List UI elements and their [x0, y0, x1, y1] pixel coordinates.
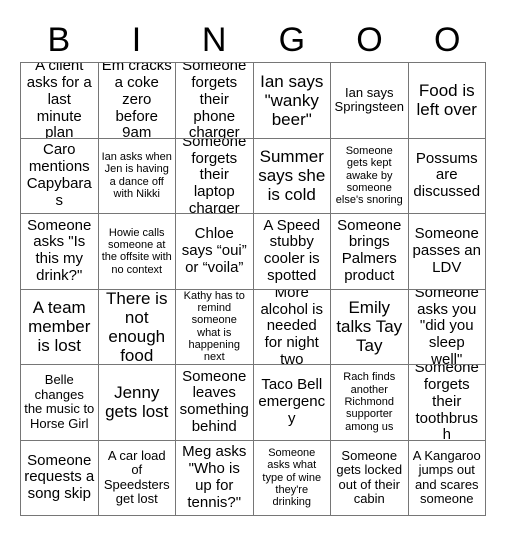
header-letter-3: N: [201, 21, 227, 59]
bingo-cell-label: Caro mentions Capybaras: [26, 141, 92, 209]
bingo-cell-label: Someone forgets their laptop charger: [182, 138, 247, 214]
bingo-cell-label: Someone asks "Is this my drink?": [27, 216, 92, 285]
bingo-cell-label: Chloe says “oui” or “voila”: [181, 225, 247, 276]
bingo-cell[interactable]: Someone gets kept awake by someone else'…: [331, 138, 409, 214]
bingo-cell[interactable]: A car load of Speedsters get lost: [98, 440, 176, 516]
bingo-cell[interactable]: Someone passes an LDV: [408, 214, 486, 290]
bingo-cell-label: Someone asks what type of wine they're d…: [262, 446, 322, 509]
header-letter-2: I: [131, 21, 142, 59]
bingo-cell-label: Howie calls someone at the offsite with …: [101, 226, 172, 276]
bingo-cell[interactable]: Ian asks when Jen is having a dance off …: [98, 138, 176, 214]
bingo-cell[interactable]: Ian says "wanky beer": [253, 63, 331, 139]
bingo-cell[interactable]: Ian says Springsteen: [331, 63, 409, 139]
bingo-cell-label: Someone forgets their phone charger: [182, 63, 247, 139]
bingo-cell[interactable]: Belle changes the music to Horse Girl: [21, 365, 99, 441]
bingo-cell[interactable]: A Speed stubby cooler is spotted: [253, 214, 331, 290]
bingo-card: B I N G O O A client asks for a last min…: [0, 0, 506, 544]
bingo-cell-label: Ian asks when Jen is having a dance off …: [101, 151, 172, 201]
bingo-cell-label: Someone asks you "did you sleep well": [414, 289, 479, 365]
bingo-cell[interactable]: Emily talks Tay Tay: [331, 289, 409, 365]
bingo-cell-label: Belle changes the music to Horse Girl: [24, 372, 95, 431]
bingo-cell[interactable]: Caro mentions Capybaras: [21, 138, 99, 214]
bingo-cell-label: Rach finds another Richmond supporter am…: [343, 371, 396, 433]
bingo-cell-label: Summer says she is cold: [258, 147, 326, 205]
header-letter-1: B: [47, 21, 71, 59]
bingo-cell-label: Someone leaves something behind: [179, 367, 249, 436]
bingo-cell-label: Food is left over: [416, 81, 477, 120]
bingo-cell[interactable]: Rach finds another Richmond supporter am…: [331, 365, 409, 441]
header-letter-6: O: [433, 21, 461, 59]
bingo-cell[interactable]: Chloe says “oui” or “voila”: [176, 214, 254, 290]
bingo-cell[interactable]: Taco Bell emergency: [253, 365, 331, 441]
bingo-cell[interactable]: Em cracks a coke zero before 9am: [98, 63, 176, 139]
bingo-cell[interactable]: Howie calls someone at the offsite with …: [98, 214, 176, 290]
bingo-cell-label: A Kangaroo jumps out and scares someone: [412, 447, 481, 507]
bingo-cell[interactable]: Jenny gets lost: [98, 365, 176, 441]
bingo-cell[interactable]: A team member is lost: [21, 289, 99, 365]
bingo-cell-label: Someone forgets their toothbrush: [414, 365, 479, 441]
bingo-cell[interactable]: Someone forgets their phone charger: [176, 63, 254, 139]
bingo-cell[interactable]: Food is left over: [408, 63, 486, 139]
bingo-cell-label: A car load of Speedsters get lost: [103, 447, 170, 507]
bingo-cell-label: Someone passes an LDV: [412, 225, 481, 276]
bingo-cell[interactable]: Someone forgets their laptop charger: [176, 138, 254, 214]
bingo-cell-label: More alcohol is needed for night two: [260, 289, 324, 365]
bingo-cell-label: A Speed stubby cooler is spotted: [263, 216, 321, 285]
bingo-cell[interactable]: Someone asks you "did you sleep well": [408, 289, 486, 365]
bingo-cell[interactable]: Kathy has to remind someone what is happ…: [176, 289, 254, 365]
header-letter-4: G: [278, 21, 306, 59]
header-letter-5: O: [356, 21, 383, 59]
bingo-cell-label: A client asks for a last minute plan: [26, 63, 92, 139]
bingo-cell-label: Emily talks Tay Tay: [336, 298, 403, 356]
bingo-cell[interactable]: Someone gets locked out of their cabin: [331, 440, 409, 516]
bingo-cell[interactable]: A Kangaroo jumps out and scares someone: [408, 440, 486, 516]
bingo-cell[interactable]: More alcohol is needed for night two: [253, 289, 331, 365]
bingo-cell[interactable]: Someone forgets their toothbrush: [408, 365, 486, 441]
bingo-cell[interactable]: There is not enough food: [98, 289, 176, 365]
bingo-cell-label: Possums are discussed: [413, 149, 481, 201]
bingo-cell-label: Someone gets kept awake by someone else'…: [335, 144, 403, 207]
bingo-cell[interactable]: Summer says she is cold: [253, 138, 331, 214]
bingo-cell-label: Someone gets locked out of their cabin: [336, 447, 403, 507]
bingo-header: B I N G O O: [20, 18, 486, 62]
bingo-cell[interactable]: Possums are discussed: [408, 138, 486, 214]
bingo-cell[interactable]: Someone leaves something behind: [176, 365, 254, 441]
bingo-cell-label: Em cracks a coke zero before 9am: [101, 63, 172, 139]
bingo-cell[interactable]: Someone requests a song skip: [21, 440, 99, 516]
bingo-cell-label: There is not enough food: [106, 289, 168, 365]
bingo-cell-label: A team member is lost: [28, 298, 91, 356]
bingo-cell-label: Ian says "wanky beer": [260, 71, 324, 129]
bingo-cell[interactable]: Meg asks "Who is up for tennis?": [176, 440, 254, 516]
bingo-cell[interactable]: Someone asks "Is this my drink?": [21, 214, 99, 290]
bingo-cell-label: Meg asks "Who is up for tennis?": [182, 443, 247, 511]
bingo-cell-label: Someone requests a song skip: [24, 451, 95, 503]
bingo-cell[interactable]: A client asks for a last minute plan: [21, 63, 99, 139]
bingo-cell-label: Taco Bell emergency: [258, 376, 326, 427]
bingo-cell-label: Jenny gets lost: [105, 383, 169, 422]
bingo-cell-label: Ian says Springsteen: [334, 84, 404, 115]
bingo-cell[interactable]: Someone brings Palmers product: [331, 214, 409, 290]
bingo-cell-label: Kathy has to remind someone what is happ…: [183, 289, 245, 364]
bingo-cell[interactable]: Someone asks what type of wine they're d…: [253, 440, 331, 516]
bingo-grid: A client asks for a last minute plan Em c…: [20, 62, 486, 516]
bingo-cell-label: Someone brings Palmers product: [337, 216, 402, 285]
